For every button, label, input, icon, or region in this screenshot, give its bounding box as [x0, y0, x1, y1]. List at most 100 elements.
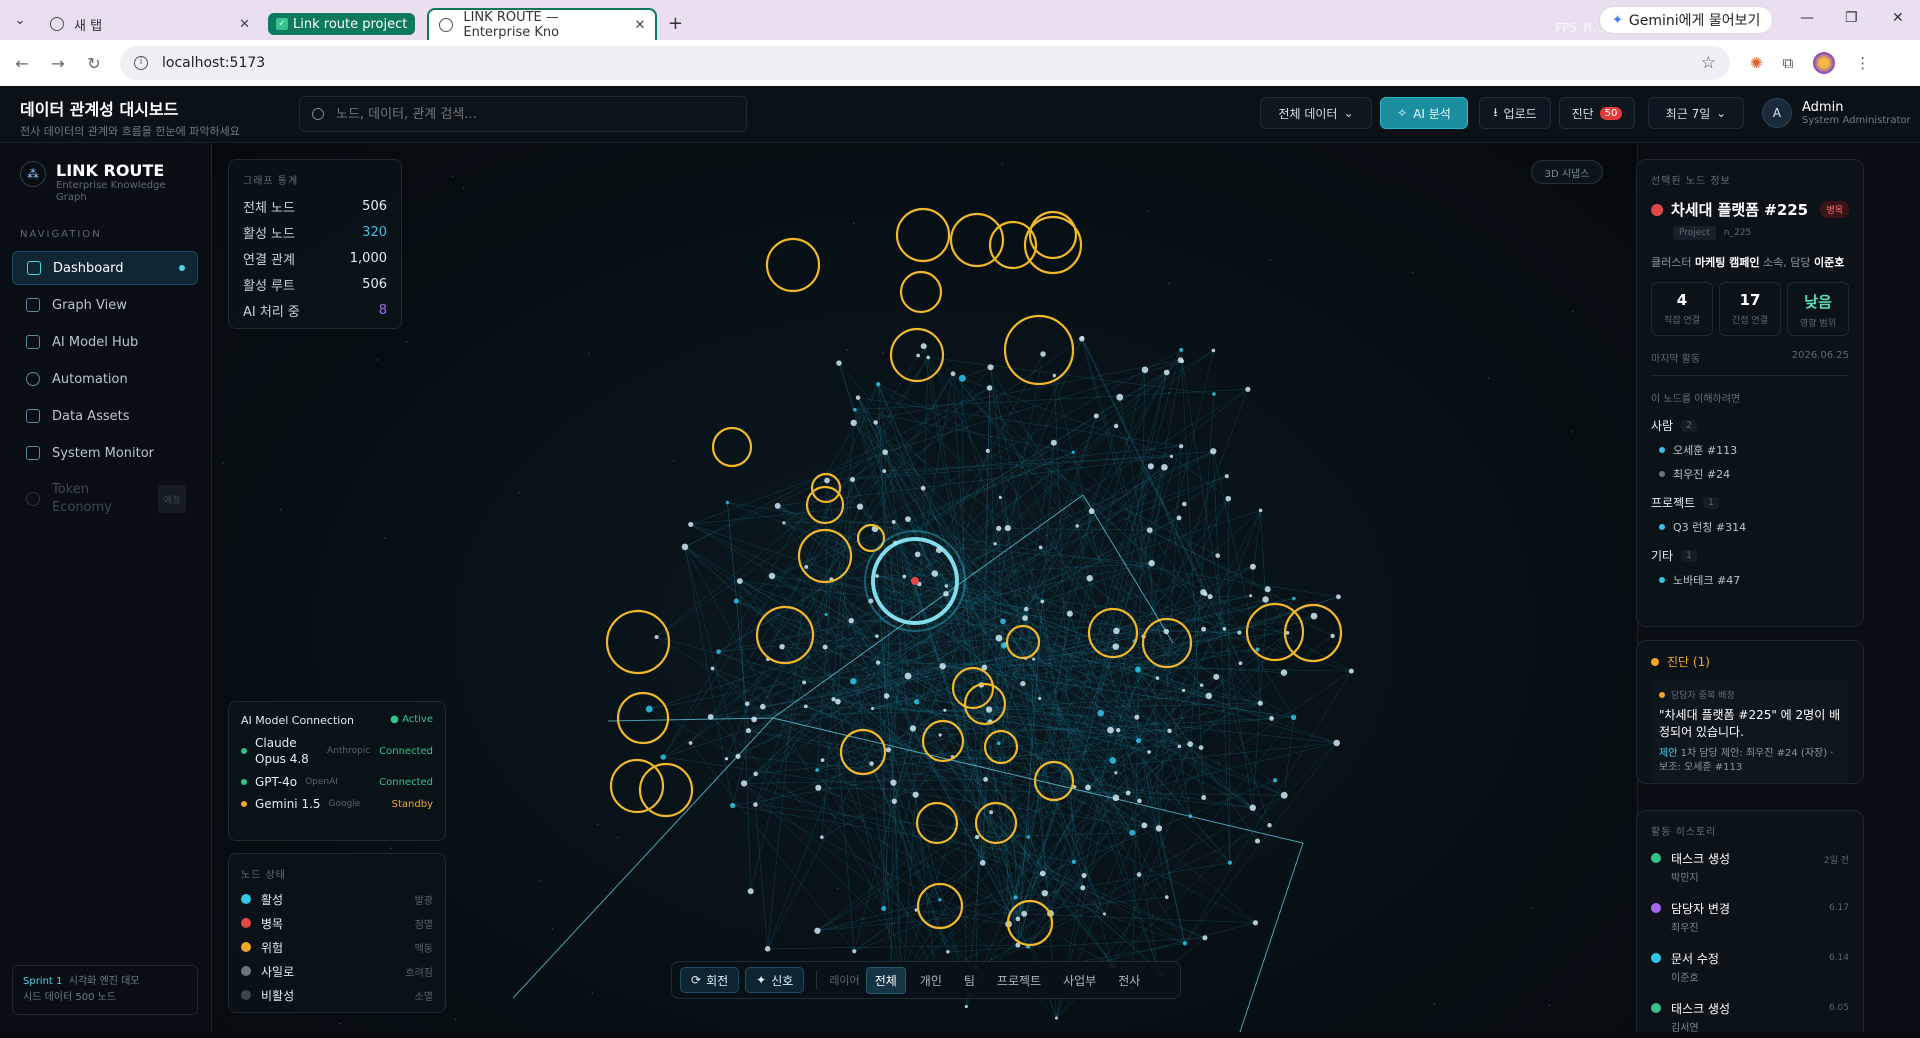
graph-node[interactable]	[1116, 393, 1124, 401]
graph-node[interactable]	[1254, 838, 1261, 844]
graph-node[interactable]	[1026, 835, 1030, 839]
search-input[interactable]	[336, 106, 716, 122]
risk-node-ring[interactable]	[899, 270, 943, 314]
graph-node[interactable]	[804, 564, 809, 569]
graph-node[interactable]	[1201, 795, 1207, 800]
graph-node[interactable]	[782, 521, 786, 525]
graph-node[interactable]	[1032, 657, 1036, 661]
graph-node[interactable]	[1179, 347, 1184, 352]
graph-node[interactable]	[1181, 688, 1186, 693]
graph-node[interactable]	[882, 449, 888, 456]
graph-node[interactable]	[1088, 508, 1095, 515]
graph-node[interactable]	[1075, 524, 1079, 528]
graph-node[interactable]	[1202, 935, 1208, 941]
graph-node[interactable]	[1129, 829, 1136, 836]
graph-node[interactable]	[1000, 618, 1006, 624]
upload-button[interactable]: ⭳ 업로드	[1479, 97, 1551, 129]
graph-node[interactable]	[979, 860, 986, 866]
graph-node[interactable]	[1280, 669, 1288, 676]
graph-node[interactable]	[725, 500, 730, 505]
graph-node[interactable]	[831, 697, 836, 702]
graph-node[interactable]	[1109, 757, 1117, 764]
graph-node[interactable]	[986, 385, 993, 391]
graph-node[interactable]	[681, 543, 689, 551]
graph-node[interactable]	[1004, 524, 1011, 532]
ai-analysis-button[interactable]: ✧ AI 분석	[1380, 97, 1468, 129]
graph-node[interactable]	[1201, 626, 1207, 632]
graph-node[interactable]	[1179, 444, 1184, 449]
graph-node[interactable]	[1085, 784, 1091, 791]
graph-node[interactable]	[1081, 872, 1087, 879]
graph-node[interactable]	[1269, 716, 1274, 721]
graph-node[interactable]	[1227, 860, 1233, 865]
back-arrow-icon[interactable]: ←	[8, 54, 36, 73]
graph-node[interactable]	[688, 741, 693, 745]
graph-node[interactable]	[891, 519, 896, 524]
graph-node[interactable]	[654, 634, 659, 639]
graph-node[interactable]	[883, 693, 890, 699]
graph-node[interactable]	[875, 574, 879, 578]
extension-sparkle-icon[interactable]: ✺	[1750, 54, 1763, 72]
graph-node[interactable]	[764, 946, 771, 952]
graph-node[interactable]	[926, 355, 931, 360]
sidebar-item-ai-model-hub[interactable]: AI Model Hub	[12, 325, 198, 359]
graph-node[interactable]	[1177, 357, 1184, 363]
graph-node[interactable]	[996, 741, 1001, 746]
bookmark-star-icon[interactable]: ☆	[1701, 53, 1716, 73]
url-field[interactable]: i localhost:5173 ☆	[120, 46, 1730, 80]
gemini-button[interactable]: ✦ Gemini에게 물어보기	[1600, 7, 1773, 33]
graph-node[interactable]	[905, 516, 911, 523]
sidebar-item-data-assets[interactable]: Data Assets	[12, 399, 198, 433]
related-node-link[interactable]: 최우진 #24	[1659, 466, 1849, 482]
graph-node[interactable]	[1310, 612, 1318, 620]
graph-node[interactable]	[747, 888, 754, 895]
graph-node[interactable]	[998, 495, 1002, 499]
graph-node[interactable]	[914, 551, 921, 558]
graph-node[interactable]	[1141, 366, 1149, 374]
owner-name[interactable]: 이준호	[1814, 256, 1844, 269]
layer-tab-personal[interactable]: 개인	[912, 968, 950, 993]
graph-node[interactable]	[964, 1005, 968, 1009]
graph-node[interactable]	[1112, 643, 1120, 650]
graph-node[interactable]	[920, 343, 927, 350]
graph-node[interactable]	[1257, 700, 1263, 706]
graph-node[interactable]	[1213, 673, 1220, 680]
graph-node[interactable]	[869, 761, 874, 766]
graph-node[interactable]	[1141, 822, 1148, 829]
graph-node[interactable]	[736, 578, 743, 585]
graph-node[interactable]	[950, 371, 956, 377]
tab-search-chevron-icon[interactable]: ⌄	[0, 0, 40, 40]
graph-node[interactable]	[1054, 1016, 1059, 1020]
graph-node[interactable]	[958, 374, 966, 382]
brand[interactable]: ⁂ LINK ROUTE Enterprise Knowledge Graph	[20, 161, 176, 204]
search-box[interactable]	[299, 96, 747, 132]
graph-node[interactable]	[1252, 920, 1259, 926]
graph-node[interactable]	[993, 542, 997, 546]
graph-node[interactable]	[1040, 599, 1045, 604]
graph-node[interactable]	[1146, 527, 1153, 533]
graph-node[interactable]	[875, 634, 879, 638]
graph-node[interactable]	[1176, 515, 1182, 521]
graph-node[interactable]	[1272, 778, 1278, 783]
graph-node[interactable]	[820, 758, 825, 762]
graph-node[interactable]	[875, 660, 881, 665]
graph-node[interactable]	[1135, 738, 1142, 744]
graph-node[interactable]	[1267, 823, 1272, 828]
tab-close-icon[interactable]: ✕	[231, 17, 250, 32]
diagnosis-item[interactable]: 담당자 중복 배정 "차세대 플랫폼 #225" 에 2명이 배정되어 있습니다…	[1651, 680, 1849, 783]
graph-node[interactable]	[855, 395, 861, 400]
related-node-link[interactable]: Q3 런칭 #314	[1659, 519, 1849, 535]
graph-node[interactable]	[987, 364, 994, 371]
graph-node[interactable]	[996, 525, 1002, 532]
browser-tab-newtab[interactable]: 새 탭 ✕	[40, 8, 260, 40]
graph-node[interactable]	[1249, 804, 1256, 811]
graph-node[interactable]	[733, 598, 739, 604]
graph-node[interactable]	[985, 448, 990, 453]
risk-node-ring[interactable]	[1028, 210, 1078, 260]
graph-node[interactable]	[1177, 744, 1182, 749]
graph-node[interactable]	[814, 927, 821, 934]
graph-node[interactable]	[822, 644, 828, 650]
graph-node[interactable]	[1292, 596, 1296, 601]
graph-node[interactable]	[920, 485, 926, 491]
graph-node[interactable]	[1147, 750, 1151, 754]
